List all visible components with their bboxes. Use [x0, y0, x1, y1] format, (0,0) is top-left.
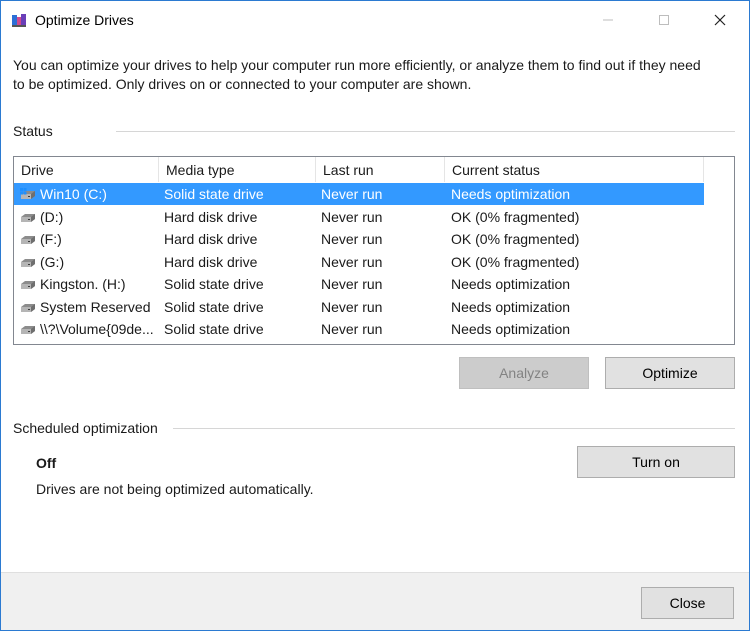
drive-cell-media: Hard disk drive	[164, 208, 258, 225]
drive-row[interactable]: (G:) Hard disk drive Never run OK (0% fragm…	[14, 251, 704, 273]
drive-cell-status: OK (0% fragmented)	[451, 231, 580, 247]
drive-cell-status: Needs optimization	[451, 276, 571, 292]
drive-cell-media: Hard disk drive	[164, 231, 258, 247]
drive-cell-status: Needs optimization	[451, 321, 571, 337]
drive-icon	[21, 213, 35, 222]
title-bar[interactable]: Optimize Drives	[1, 1, 749, 39]
drive-cell-status: Needs optimization	[451, 298, 571, 315]
drive-icon	[21, 303, 35, 312]
status-divider	[116, 131, 735, 132]
schedule-description: Drives are not being optimized automatic…	[36, 481, 314, 497]
drive-cell-media: Solid state drive	[164, 321, 264, 337]
defrag-app-icon	[12, 14, 26, 27]
drive-cell-media: Solid state drive	[164, 298, 264, 315]
window-title: Optimize Drives	[35, 12, 134, 28]
scheduled-divider	[173, 428, 735, 429]
optimize-drives-window: Optimize Drives You can optimize your dr…	[0, 0, 750, 631]
drive-row[interactable]: System Reserved Solid state drive Never ru…	[14, 296, 704, 318]
drive-cell-last-run: Never run	[321, 298, 383, 315]
column-header-current-status[interactable]: Current status	[445, 157, 704, 182]
maximize-button[interactable]	[641, 1, 687, 39]
column-header-media-type[interactable]: Media type	[159, 157, 316, 182]
drive-icon	[21, 326, 35, 334]
drive-cell-last-run: Never run	[321, 231, 383, 247]
drive-row[interactable]: Win10 (C:) Solid state drive Never run Need…	[14, 183, 704, 205]
drive-cell-status: Needs optimization	[451, 186, 571, 202]
close-window-button[interactable]	[697, 1, 743, 39]
analyze-button[interactable]: Analyze	[459, 357, 589, 389]
column-header-last-run[interactable]: Last run	[316, 157, 445, 182]
close-button[interactable]: Close	[641, 587, 734, 619]
drive-icon	[21, 236, 35, 244]
drive-icon	[21, 258, 35, 267]
minimize-icon	[603, 19, 613, 21]
drive-cell-drive: (G:)	[40, 253, 65, 270]
drive-row[interactable]: \\?\Volume{09de... Solid state drive Never…	[14, 318, 704, 340]
drive-cell-status: OK (0% fragmented)	[451, 253, 580, 270]
drive-cell-media: Solid state drive	[164, 276, 264, 292]
turn-on-button[interactable]: Turn on	[577, 446, 735, 478]
schedule-state: Off	[36, 455, 57, 471]
column-header-drive[interactable]: Drive	[14, 157, 159, 182]
windows-drive-icon	[20, 188, 35, 199]
optimize-button[interactable]: Optimize	[605, 357, 735, 389]
drive-cell-status: OK (0% fragmented)	[451, 208, 580, 225]
minimize-button[interactable]	[585, 1, 631, 39]
drive-cell-last-run: Never run	[321, 321, 383, 337]
footer-bar: Close	[1, 572, 749, 630]
intro-text: You can optimize your drives to help you…	[13, 57, 701, 92]
maximize-icon	[659, 15, 669, 25]
drive-row[interactable]: (F:) Hard disk drive Never run OK (0% fragm…	[14, 228, 704, 250]
drive-row[interactable]: (D:) Hard disk drive Never run OK (0% fragm…	[14, 206, 704, 228]
drive-cell-last-run: Never run	[321, 208, 383, 225]
drive-cell-drive: System Reserved	[40, 298, 151, 315]
drive-cell-drive: (D:)	[40, 208, 64, 225]
drive-cell-media: Hard disk drive	[164, 253, 258, 270]
drive-cell-drive: \\?\Volume{09de...	[40, 321, 154, 337]
status-heading: Status	[13, 123, 53, 139]
drive-icon	[21, 281, 35, 289]
drive-row[interactable]: Kingston. (H:) Solid state drive Never run…	[14, 273, 704, 295]
close-icon	[714, 14, 726, 26]
scheduled-optimization-heading: Scheduled optimization	[13, 420, 158, 436]
drive-cell-drive: (F:)	[40, 231, 62, 247]
drive-cell-drive: Win10 (C:)	[40, 186, 107, 202]
drive-cell-drive: Kingston. (H:)	[40, 276, 126, 292]
drive-cell-media: Solid state drive	[164, 186, 264, 202]
drive-cell-last-run: Never run	[321, 276, 383, 292]
drive-cell-last-run: Never run	[321, 186, 383, 202]
drive-cell-last-run: Never run	[321, 253, 383, 270]
drives-list[interactable]: Drive Media type Last run Current status…	[13, 156, 735, 345]
drives-list-header: Drive Media type Last run Current status	[14, 157, 734, 182]
